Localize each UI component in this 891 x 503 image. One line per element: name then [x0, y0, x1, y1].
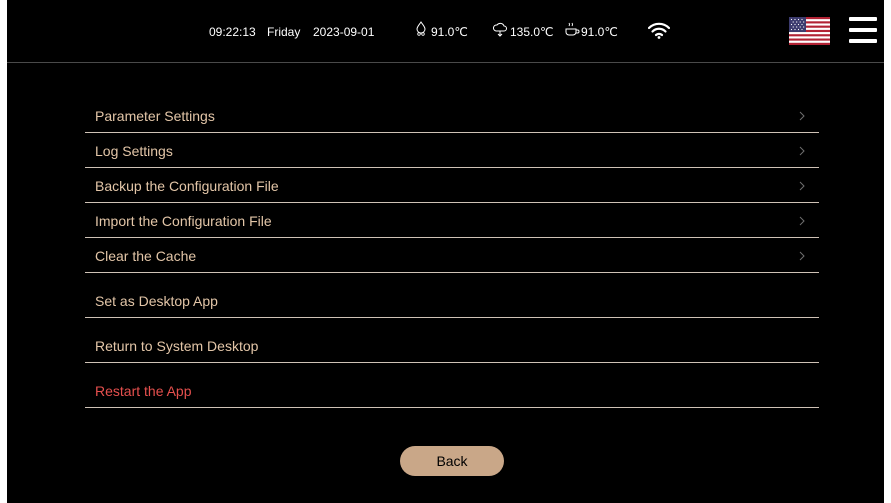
us-flag-icon[interactable]	[789, 17, 830, 45]
settings-item-label: Set as Desktop App	[95, 293, 218, 309]
settings-item-label: Clear the Cache	[95, 248, 197, 264]
chevron-right-icon	[799, 111, 805, 121]
water-drop-icon	[416, 21, 426, 36]
status-bar: 09:22:13 Friday 2023-09-01 91.0℃ 135.0℃ …	[7, 0, 884, 63]
settings-item-clear-cache[interactable]: Clear the Cache	[85, 238, 819, 273]
settings-item-parameter-settings[interactable]: Parameter Settings	[85, 98, 819, 133]
chevron-right-icon	[799, 146, 805, 156]
water-temp-text: 91.0℃	[431, 25, 468, 39]
settings-item-restart-app[interactable]: Restart the App	[85, 363, 819, 408]
wifi-icon[interactable]	[648, 22, 670, 39]
settings-item-log-settings[interactable]: Log Settings	[85, 133, 819, 168]
settings-item-label: Log Settings	[95, 143, 173, 159]
settings-item-label: Backup the Configuration File	[95, 178, 279, 194]
coffee-temp-text: 91.0℃	[581, 25, 618, 39]
day-text: Friday	[267, 25, 301, 39]
settings-item-return-system-desktop[interactable]: Return to System Desktop	[85, 318, 819, 363]
steam-temp-text: 135.0℃	[510, 25, 554, 39]
time-text: 09:22:13	[209, 25, 256, 39]
settings-item-label: Parameter Settings	[95, 108, 215, 124]
chevron-right-icon	[799, 181, 805, 191]
chevron-right-icon	[799, 216, 805, 226]
coffee-cup-icon	[565, 22, 580, 36]
settings-item-import-config[interactable]: Import the Configuration File	[85, 203, 819, 238]
date-text: 2023-09-01	[313, 25, 375, 39]
settings-item-label: Import the Configuration File	[95, 213, 272, 229]
settings-list: Parameter Settings Log Settings Backup t…	[85, 98, 819, 408]
settings-item-label: Return to System Desktop	[95, 338, 259, 354]
hamburger-menu-icon[interactable]	[849, 17, 877, 43]
app-screen: 09:22:13 Friday 2023-09-01 91.0℃ 135.0℃ …	[7, 0, 884, 503]
settings-item-label: Restart the App	[95, 383, 192, 399]
settings-item-set-desktop-app[interactable]: Set as Desktop App	[85, 273, 819, 318]
steam-cloud-icon	[492, 22, 507, 37]
chevron-right-icon	[799, 251, 805, 261]
back-button[interactable]: Back	[400, 446, 504, 476]
settings-item-backup-config[interactable]: Backup the Configuration File	[85, 168, 819, 203]
